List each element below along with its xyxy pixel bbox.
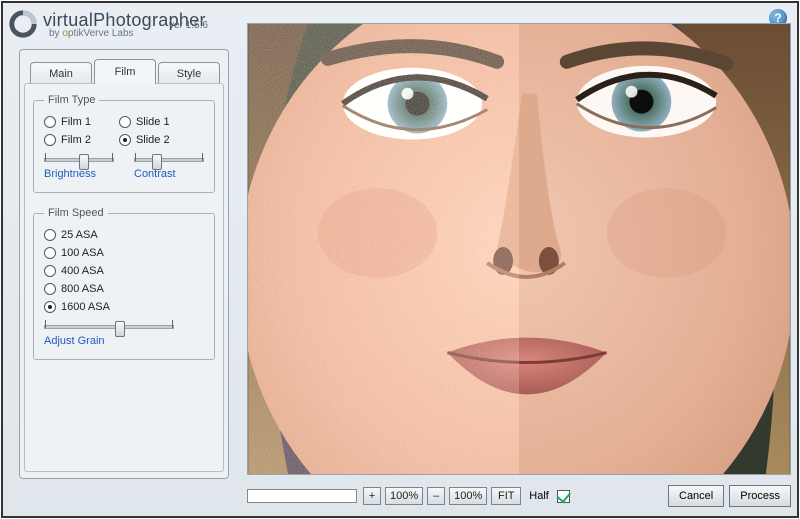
tab-main[interactable]: Main: [30, 62, 92, 84]
radio-25asa-label: 25 ASA: [61, 229, 98, 241]
subtitle-brand-rest: ptikVerve Labs: [68, 28, 134, 39]
radio-film2[interactable]: Film 2: [44, 134, 91, 146]
half-preview-checkbox[interactable]: Half: [529, 487, 573, 506]
zoom-in-button[interactable]: +: [363, 487, 381, 505]
grain-thumb[interactable]: [115, 321, 125, 337]
film-type-group: Film Type Film 1 Film 2: [33, 94, 215, 193]
radio-slide2-label: Slide 2: [136, 134, 170, 146]
half-checkbox-input[interactable]: [557, 490, 570, 503]
brightness-slider[interactable]: Brightness: [44, 156, 114, 180]
radio-slide2-input[interactable]: [119, 134, 131, 146]
radio-film1-input[interactable]: [44, 116, 56, 128]
aperture-logo-icon: [9, 10, 37, 38]
zoom-progress-strip: [247, 489, 357, 503]
bottom-toolbar: + 100% – 100% FIT Half Cancel Process: [247, 481, 791, 511]
brightness-thumb[interactable]: [79, 154, 89, 170]
radio-slide1-input[interactable]: [119, 116, 131, 128]
app-window: virtualPhotographer by optikVerve Labs v…: [1, 1, 799, 518]
radio-slide1[interactable]: Slide 1: [119, 116, 170, 128]
radio-1600asa-label: 1600 ASA: [61, 301, 110, 313]
radio-800asa-input[interactable]: [44, 283, 56, 295]
radio-100asa[interactable]: 100 ASA: [44, 247, 204, 259]
preview-image: [248, 24, 790, 474]
radio-film1[interactable]: Film 1: [44, 116, 91, 128]
radio-400asa[interactable]: 400 ASA: [44, 265, 204, 277]
radio-400asa-input[interactable]: [44, 265, 56, 277]
tab-panel-film: Film Type Film 1 Film 2: [24, 83, 224, 472]
radio-1600asa[interactable]: 1600 ASA: [44, 301, 204, 313]
zoom-100-button[interactable]: 100%: [449, 487, 487, 505]
radio-25asa-input[interactable]: [44, 229, 56, 241]
radio-25asa[interactable]: 25 ASA: [44, 229, 204, 241]
grain-slider[interactable]: Adjust Grain: [44, 323, 204, 347]
half-label: Half: [529, 490, 549, 502]
zoom-fit-button[interactable]: FIT: [491, 487, 521, 505]
radio-film2-input[interactable]: [44, 134, 56, 146]
radio-100asa-input[interactable]: [44, 247, 56, 259]
zoom-value-button[interactable]: 100%: [385, 487, 423, 505]
app-subtitle: by optikVerve Labs: [49, 28, 134, 39]
radio-slide1-label: Slide 1: [136, 116, 170, 128]
zoom-out-button[interactable]: –: [427, 487, 445, 505]
app-header: virtualPhotographer by optikVerve Labs v…: [9, 6, 239, 42]
grain-label: Adjust Grain: [44, 335, 105, 347]
brightness-label: Brightness: [44, 168, 96, 180]
tab-style[interactable]: Style: [158, 62, 220, 84]
film-speed-legend: Film Speed: [44, 207, 108, 219]
radio-film1-label: Film 1: [61, 116, 91, 128]
cancel-button[interactable]: Cancel: [668, 485, 724, 507]
process-button[interactable]: Process: [729, 485, 791, 507]
subtitle-prefix: by: [49, 28, 62, 39]
radio-film2-label: Film 2: [61, 134, 91, 146]
controls-panel: Main Film Style Film Type Film 1 Film 2: [19, 49, 229, 479]
radio-1600asa-input[interactable]: [44, 301, 56, 313]
contrast-thumb[interactable]: [152, 154, 162, 170]
radio-800asa[interactable]: 800 ASA: [44, 283, 204, 295]
app-version: ver 1.5.6: [169, 20, 208, 31]
preview-viewport[interactable]: [247, 23, 791, 475]
film-speed-group: Film Speed 25 ASA 100 ASA 400 ASA 800 AS…: [33, 207, 215, 360]
radio-400asa-label: 400 ASA: [61, 265, 104, 277]
radio-800asa-label: 800 ASA: [61, 283, 104, 295]
radio-slide2[interactable]: Slide 2: [119, 134, 170, 146]
contrast-slider[interactable]: Contrast: [134, 156, 204, 180]
tab-film[interactable]: Film: [94, 59, 156, 84]
radio-100asa-label: 100 ASA: [61, 247, 104, 259]
film-type-legend: Film Type: [44, 94, 99, 106]
